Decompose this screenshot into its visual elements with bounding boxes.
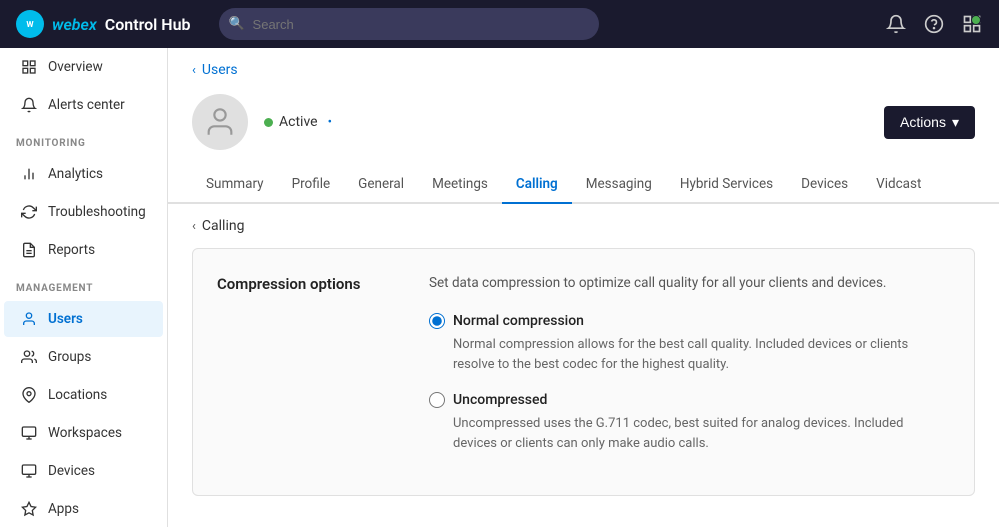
sidebar-item-devices[interactable]: Devices [4,453,163,489]
sidebar-label-alerts: Alerts center [48,97,125,113]
radio-normal[interactable] [429,313,445,329]
tab-calling[interactable]: Calling [502,166,572,204]
devices-icon [20,462,38,480]
search-container: 🔍 [219,8,599,40]
actions-button[interactable]: Actions ▾ [884,106,975,139]
sidebar-label-users: Users [48,311,83,327]
logo-text: webex [52,15,97,34]
sidebar-item-analytics[interactable]: Analytics [4,156,163,192]
webex-logo-icon: W [16,10,44,38]
sidebar-label-analytics: Analytics [48,166,103,182]
alerts-icon [20,96,38,114]
status-text: Active [279,114,318,130]
groups-icon [20,348,38,366]
sidebar-label-groups: Groups [48,349,91,365]
sidebar-label-reports: Reports [48,242,95,258]
sub-breadcrumb-label: Calling [202,218,245,234]
sidebar-label-devices: Devices [48,463,95,479]
user-header: Active • Actions ▾ [168,86,999,166]
actions-button-label: Actions [900,114,946,130]
overview-icon [20,58,38,76]
sidebar: Overview Alerts center MONITORING Analyt… [0,48,168,527]
product-name: Control Hub [105,15,191,34]
search-icon: 🔍 [229,17,245,32]
sidebar-item-troubleshooting[interactable]: Troubleshooting [4,194,163,230]
sidebar-item-locations[interactable]: Locations [4,377,163,413]
apps-sidebar-icon [20,500,38,518]
breadcrumb-parent-label: Users [202,62,238,78]
sidebar-label-workspaces: Workspaces [48,425,122,441]
breadcrumb[interactable]: ‹ Users [168,48,999,86]
sidebar-item-overview[interactable]: Overview [4,49,163,85]
svg-text:W: W [26,20,34,30]
sidebar-item-groups[interactable]: Groups [4,339,163,375]
troubleshooting-icon [20,203,38,221]
radio-desc-uncompressed: Uncompressed uses the G.711 codec, best … [453,414,950,453]
status-indicator [264,118,273,127]
sidebar-item-alerts[interactable]: Alerts center [4,87,163,123]
main-layout: Overview Alerts center MONITORING Analyt… [0,48,999,527]
compression-content: Set data compression to optimize call qu… [429,273,950,471]
radio-row-uncompressed: Uncompressed [429,392,950,408]
compression-title: Compression options [217,273,397,471]
sub-breadcrumb[interactable]: ‹ Calling [168,204,999,244]
management-section-label: MANAGEMENT [0,269,167,300]
compression-description: Set data compression to optimize call qu… [429,273,950,293]
notifications-icon[interactable] [885,13,907,35]
apps-icon[interactable] [961,13,983,35]
radio-option-uncompressed: Uncompressed Uncompressed uses the G.711… [429,392,950,453]
sidebar-label-troubleshooting: Troubleshooting [48,204,146,220]
tab-general[interactable]: General [344,166,418,204]
topnav-actions [885,13,983,35]
tab-vidcast[interactable]: Vidcast [862,166,935,204]
monitoring-section-label: MONITORING [0,124,167,155]
tab-hybrid-services[interactable]: Hybrid Services [666,166,787,204]
avatar [192,94,248,150]
sidebar-item-apps[interactable]: Apps [4,491,163,527]
compression-card: Compression options Set data compression… [192,248,975,496]
main-content: ‹ Users Active • Actions ▾ [168,48,999,527]
tab-profile[interactable]: Profile [278,166,345,204]
radio-label-uncompressed: Uncompressed [453,392,547,408]
workspaces-icon [20,424,38,442]
status-edit-icon[interactable]: • [328,115,332,130]
sidebar-item-users[interactable]: Users [4,301,163,337]
radio-uncompressed[interactable] [429,392,445,408]
radio-option-normal: Normal compression Normal compression al… [429,313,950,374]
analytics-icon [20,165,38,183]
top-navigation: W webex Control Hub 🔍 [0,0,999,48]
radio-desc-normal: Normal compression allows for the best c… [453,335,950,374]
tab-devices[interactable]: Devices [787,166,862,204]
tab-meetings[interactable]: Meetings [418,166,502,204]
sidebar-label-apps: Apps [48,501,79,517]
breadcrumb-arrow-icon: ‹ [192,63,196,78]
actions-chevron-icon: ▾ [952,114,959,131]
radio-label-normal: Normal compression [453,313,584,329]
users-icon [20,310,38,328]
sidebar-label-locations: Locations [48,387,107,403]
compression-layout: Compression options Set data compression… [217,273,950,471]
locations-icon [20,386,38,404]
sub-breadcrumb-arrow-icon: ‹ [192,219,196,234]
sidebar-item-workspaces[interactable]: Workspaces [4,415,163,451]
sidebar-label-overview: Overview [48,59,103,75]
reports-icon [20,241,38,259]
tab-messaging[interactable]: Messaging [572,166,666,204]
radio-row-normal: Normal compression [429,313,950,329]
help-icon[interactable] [923,13,945,35]
sidebar-item-reports[interactable]: Reports [4,232,163,268]
tab-bar: Summary Profile General Meetings Calling… [168,166,999,204]
tab-summary[interactable]: Summary [192,166,278,204]
search-input[interactable] [219,8,599,40]
app-logo: W webex Control Hub [16,10,191,38]
user-avatar-area: Active • [192,94,332,150]
user-status: Active • [264,114,332,130]
